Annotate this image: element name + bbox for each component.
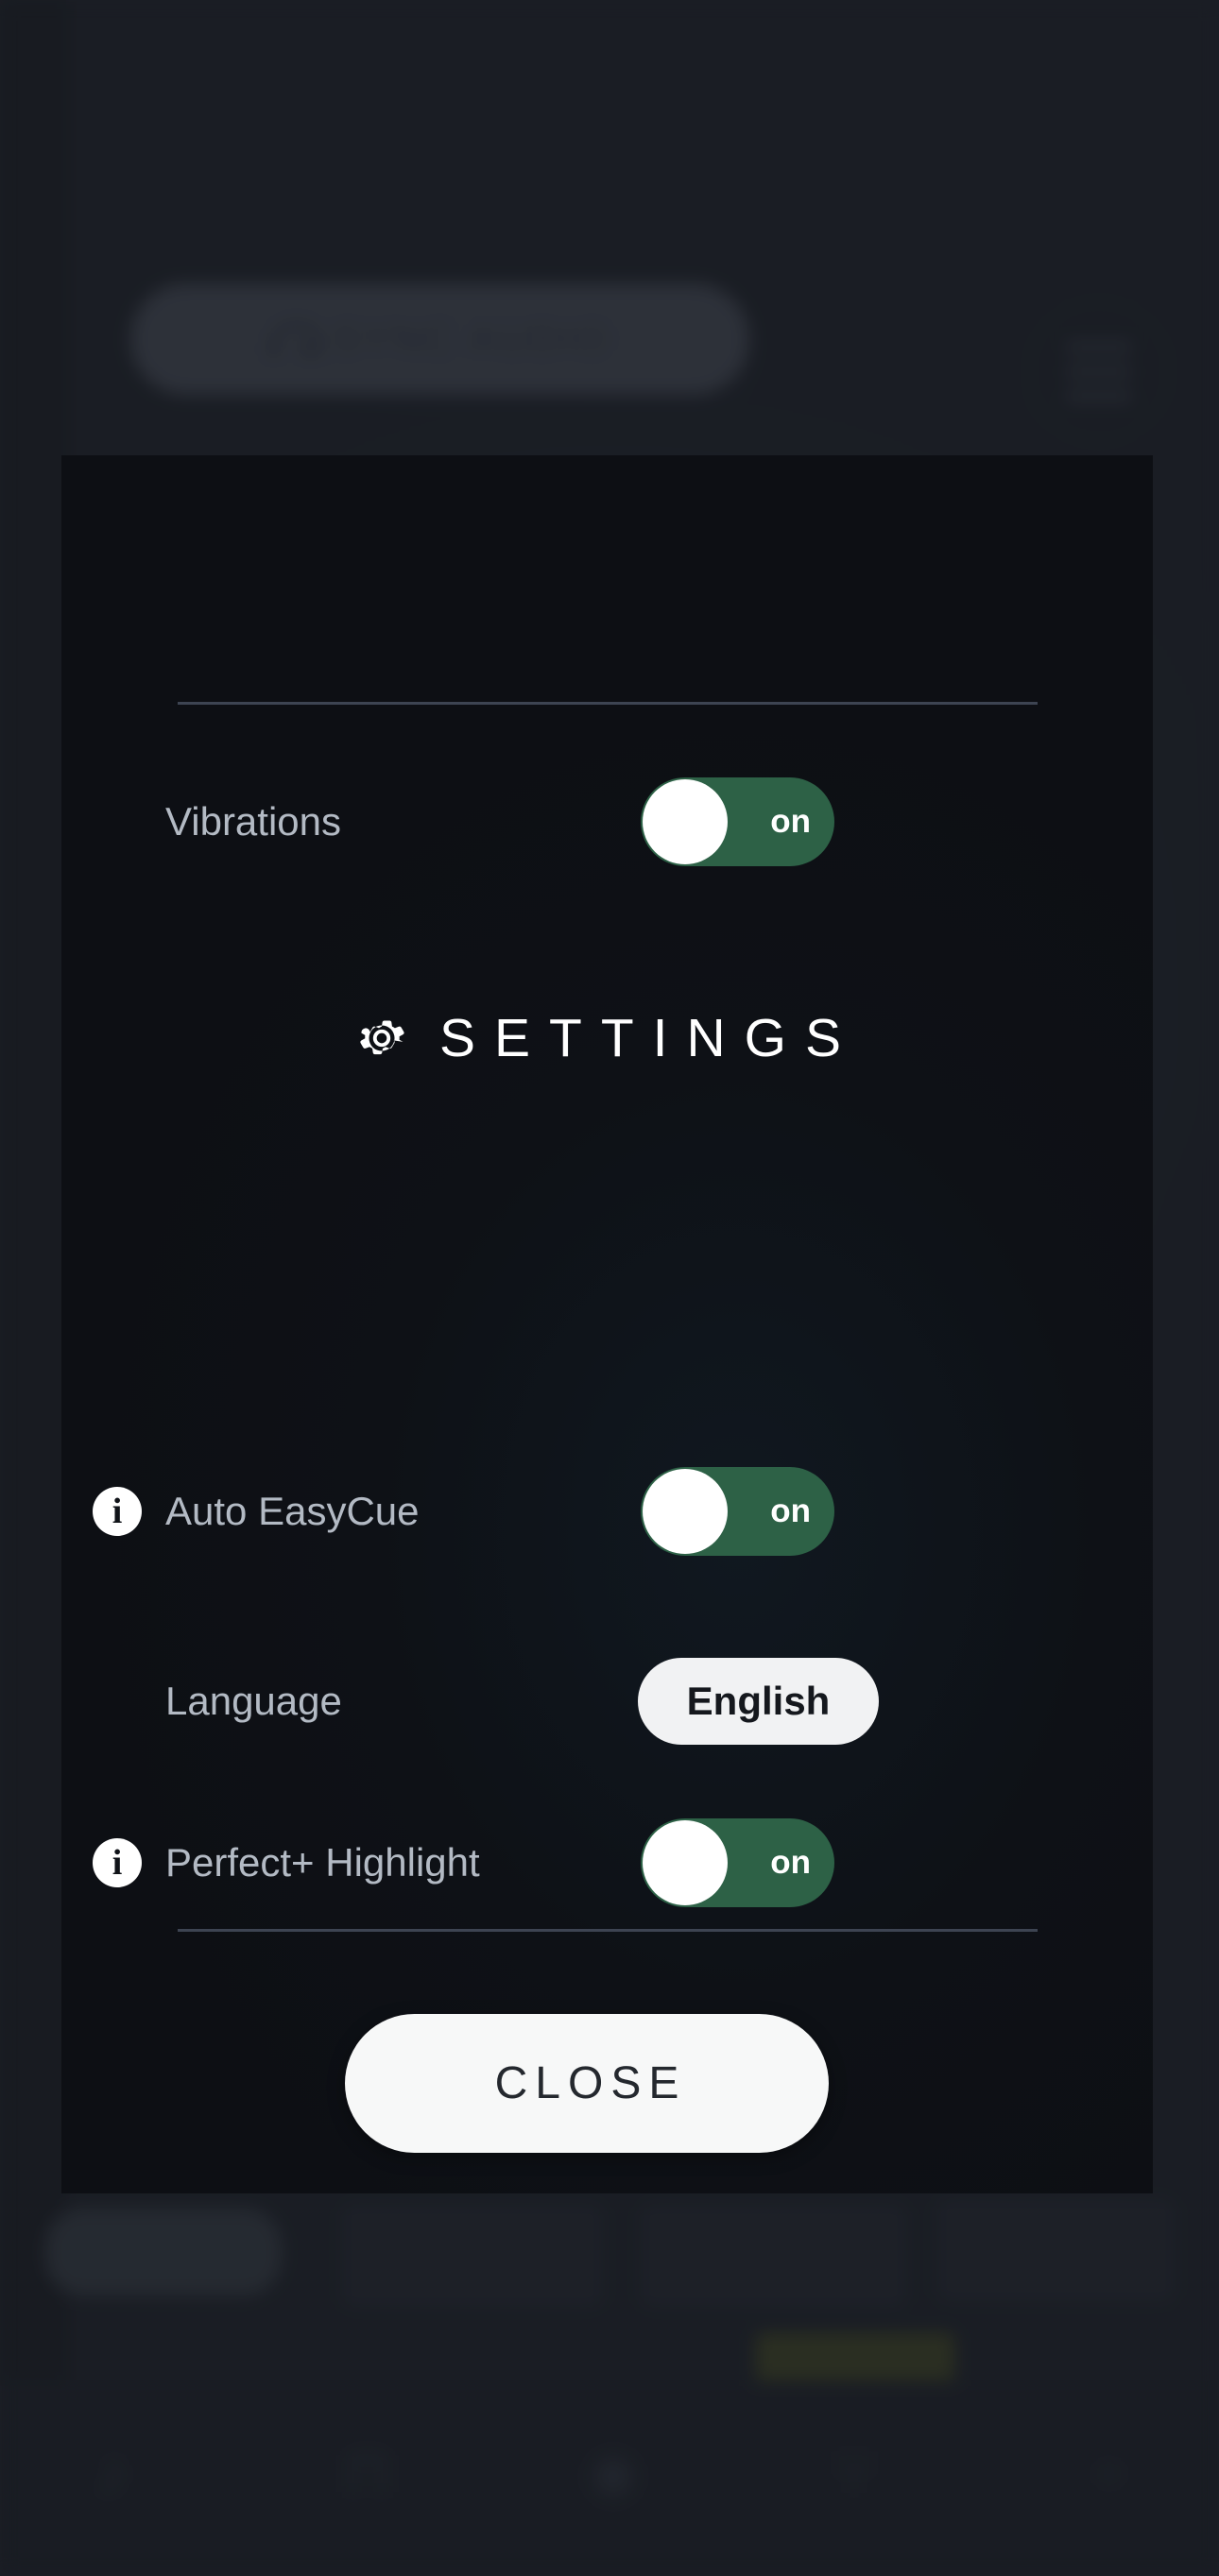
toggle-knob [643,779,728,864]
settings-row-language: Language English [61,1656,1153,1747]
info-icon[interactable]: i [93,1487,142,1536]
settings-title-text: SETTINGS [438,1007,861,1068]
toggle-state-label: on [770,1493,811,1529]
language-select-button[interactable]: English [638,1658,879,1745]
settings-row-label: Perfect+ Highlight [165,1840,480,1885]
toggle-state-label: on [770,1844,811,1881]
toggle-knob [643,1820,728,1905]
page-title: SETTINGS [61,1011,1153,1066]
settings-row-label: Vibrations [165,799,342,844]
gear-icon [360,1020,404,1055]
toggle-state-label: on [770,803,811,840]
toggle-perfect-plus-highlight[interactable]: on [641,1818,834,1907]
toggle-auto-easycue[interactable]: on [641,1467,834,1556]
info-icon[interactable]: i [93,1838,142,1887]
settings-row-vibrations: Vibrations on [61,776,1153,867]
close-button[interactable]: CLOSE [345,2014,829,2153]
settings-modal: SETTINGS Vibrations on i Auto EasyCue on [61,455,1153,2193]
divider-bottom [178,1929,1038,1932]
toggle-vibrations[interactable]: on [641,777,834,866]
app-root: SYNC AUDIO ♪ ⊓ ◉ ⑂ ▫ SETTINGS Vibrations… [0,0,1219,2576]
settings-row-label: Language [165,1679,342,1723]
settings-row-label: Auto EasyCue [165,1489,420,1533]
settings-row-auto-easycue: i Auto EasyCue on [61,1466,1153,1557]
divider-top [178,702,1038,705]
language-value-label: English [686,1679,831,1723]
toggle-knob [643,1469,728,1554]
settings-row-perfect-plus-highlight: i Perfect+ Highlight on [61,1817,1153,1908]
